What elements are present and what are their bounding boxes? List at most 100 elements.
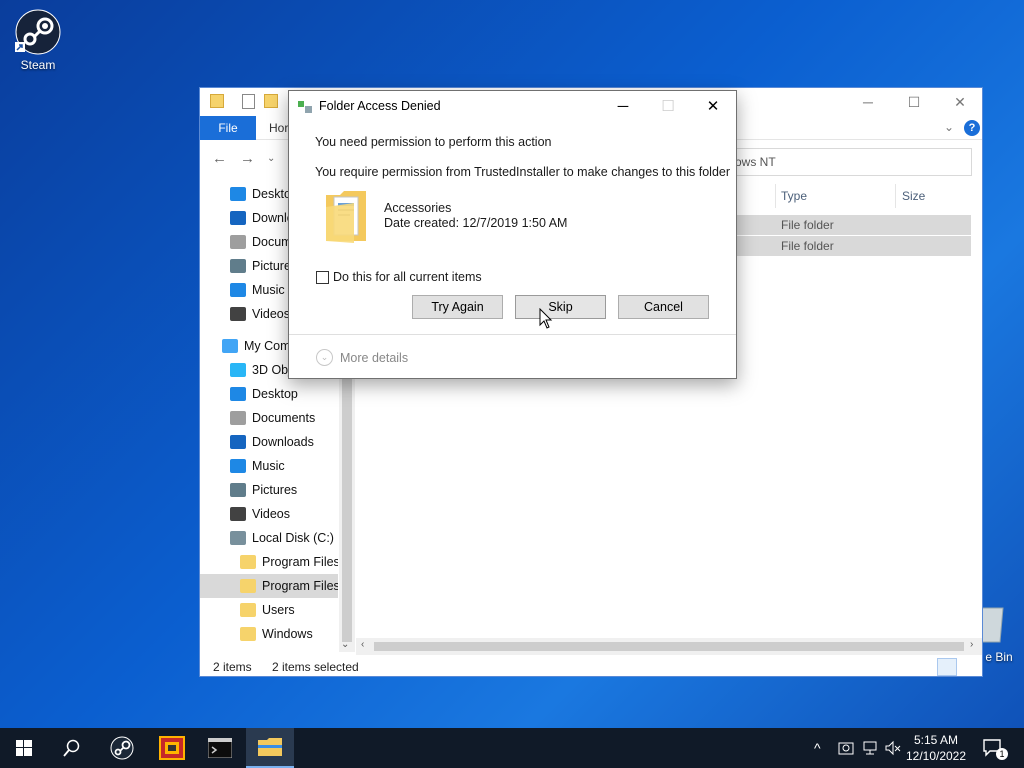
sidebar-item[interactable]: Videos <box>200 502 338 526</box>
taskbar-file-explorer-button[interactable] <box>246 728 294 768</box>
sidebar-item-label: Picture <box>252 259 291 273</box>
sidebar-item-label: Program Files ( <box>262 579 338 593</box>
sidebar-item-label: Music <box>252 459 285 473</box>
notification-badge: 1 <box>996 748 1008 760</box>
steam-icon <box>110 736 134 760</box>
sidebar-item-label: My Com <box>244 339 291 353</box>
column-header-type[interactable]: Type <box>781 184 807 208</box>
show-hidden-icons-button[interactable]: ^ <box>814 728 821 768</box>
chevron-up-icon[interactable]: ^ <box>814 740 821 756</box>
start-button[interactable] <box>0 728 48 768</box>
sidebar-item[interactable]: Music <box>200 454 338 478</box>
try-again-button[interactable]: Try Again <box>412 295 503 319</box>
document-icon <box>230 411 246 425</box>
dialog-footer: ⌄ More details <box>289 334 736 378</box>
item-name: Accessories <box>384 201 452 215</box>
video-icon <box>230 307 246 321</box>
scroll-right-icon[interactable]: › <box>970 639 973 650</box>
search-button[interactable] <box>48 728 96 768</box>
game-app-icon <box>159 736 185 760</box>
folder-icon <box>240 603 256 617</box>
sidebar-item[interactable]: Desktop <box>200 382 338 406</box>
sidebar-item-label: Pictures <box>252 483 298 497</box>
tray-network-icon[interactable] <box>862 728 880 768</box>
sidebar-item-label: Desktop <box>252 387 298 401</box>
row-type: File folder <box>781 218 834 232</box>
sidebar-item[interactable]: Documents <box>200 406 338 430</box>
details-view-icon[interactable] <box>937 658 957 676</box>
system-clock[interactable]: 5:15 AM 12/10/2022 <box>900 732 972 764</box>
sidebar-item[interactable]: Users <box>200 598 338 622</box>
computer-icon <box>222 339 238 353</box>
sidebar-item-label: 3D Obj <box>252 363 291 377</box>
chevron-down-icon[interactable]: ⌄ <box>944 120 954 134</box>
action-center-button[interactable]: 1 <box>982 728 1016 768</box>
video-icon <box>230 507 246 521</box>
taskbar-game-button[interactable] <box>148 728 196 768</box>
recent-chevron-icon[interactable]: ⌄ <box>267 153 275 164</box>
scroll-down-icon[interactable]: ⌄ <box>341 639 349 650</box>
cancel-button[interactable]: Cancel <box>618 295 709 319</box>
tray-security-icon[interactable] <box>838 728 856 768</box>
network-icon <box>863 741 877 755</box>
chevron-down-icon[interactable]: ⌄ <box>316 349 333 366</box>
dialog-close-button[interactable]: ✕ <box>690 91 736 121</box>
folder-access-denied-dialog: Folder Access Denied ─ ☐ ✕ You need perm… <box>288 90 737 379</box>
tab-home[interactable]: Hor <box>269 121 288 135</box>
status-bar: 2 items 2 items selected <box>200 658 982 677</box>
close-button[interactable]: ✕ <box>937 88 983 116</box>
dialog-minimize-button[interactable]: ─ <box>600 91 646 121</box>
taskbar-terminal-button[interactable] <box>196 728 244 768</box>
dialog-maximize-button: ☐ <box>661 98 675 115</box>
sidebar-item-label: Videos <box>252 507 290 521</box>
skip-button[interactable]: Skip <box>515 295 606 319</box>
sidebar-item-label: Docum <box>252 235 292 249</box>
pictures-icon <box>230 483 246 497</box>
more-details-link[interactable]: More details <box>340 351 408 365</box>
tab-file[interactable]: File <box>200 116 256 140</box>
back-arrow-icon[interactable]: ← <box>212 150 227 167</box>
desktop-icon <box>230 187 246 201</box>
sidebar-item-label: Local Disk (C:) <box>252 531 334 545</box>
desktop-icon <box>230 387 246 401</box>
folder-icon <box>326 191 366 243</box>
scroll-left-icon[interactable]: ‹ <box>361 639 364 650</box>
sidebar-item-label: Users <box>262 603 295 617</box>
apply-to-all-checkbox[interactable] <box>316 271 329 284</box>
column-header-size[interactable]: Size <box>902 184 925 208</box>
status-item-count: 2 items <box>213 660 252 674</box>
desktop-icon-label: e Bin <box>985 650 1013 664</box>
desktop-icon-steam[interactable]: Steam <box>3 8 73 72</box>
windows-logo-icon <box>16 740 32 756</box>
taskbar-steam-button[interactable] <box>98 728 146 768</box>
sidebar-item[interactable]: Windows <box>200 622 338 644</box>
dialog-title: Folder Access Denied <box>319 99 441 113</box>
status-selected-count: 2 items selected <box>272 660 359 674</box>
checkbox-label: Do this for all current items <box>333 270 482 284</box>
horizontal-scrollbar[interactable]: ‹ › <box>356 638 982 655</box>
3d-objects-icon <box>230 363 246 377</box>
sidebar-item[interactable]: Downloads <box>200 430 338 454</box>
sidebar-item-label: Downloads <box>252 435 314 449</box>
minimize-button[interactable]: ─ <box>845 88 891 116</box>
forward-arrow-icon[interactable]: → <box>240 150 255 167</box>
steam-icon <box>15 9 61 55</box>
help-icon[interactable]: ? <box>964 120 980 136</box>
large-icons-view-icon[interactable] <box>959 658 979 676</box>
sidebar-item[interactable]: Program Files <box>200 550 338 574</box>
taskbar: ^ 5:15 AM 12/10/2022 1 <box>0 728 1024 768</box>
sidebar-item[interactable]: Program Files ( <box>200 574 338 598</box>
address-bar[interactable]: ows NT <box>730 148 972 176</box>
scrollbar-thumb[interactable] <box>374 642 964 651</box>
column-separator[interactable] <box>775 184 776 208</box>
item-date-created: Date created: 12/7/2019 1:50 AM <box>384 216 568 230</box>
sidebar-item[interactable]: Pictures <box>200 478 338 502</box>
sidebar-item[interactable]: Local Disk (C:) <box>200 526 338 550</box>
music-icon <box>230 459 246 473</box>
maximize-button[interactable]: ☐ <box>891 88 937 116</box>
clock-time: 5:15 AM <box>913 733 959 747</box>
new-folder-icon[interactable] <box>264 94 278 108</box>
column-separator[interactable] <box>895 184 896 208</box>
download-icon <box>230 211 246 225</box>
properties-icon[interactable] <box>242 94 255 109</box>
